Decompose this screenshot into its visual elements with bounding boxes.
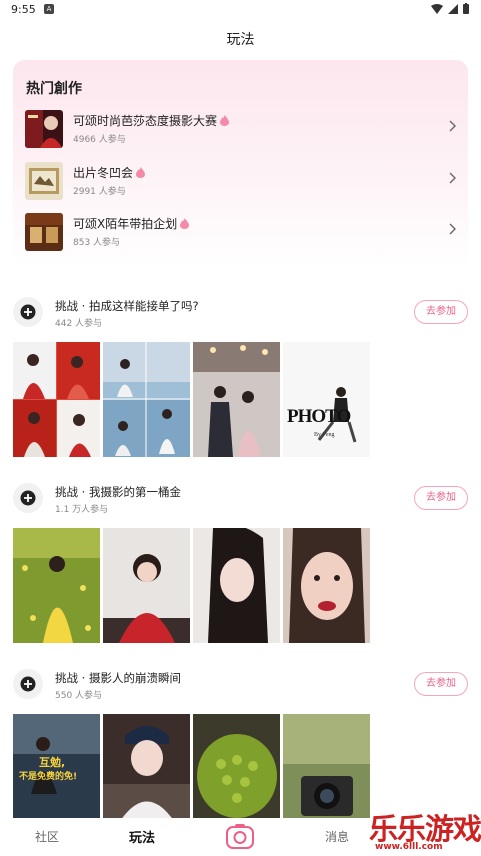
challenge-photo[interactable]: [283, 714, 370, 829]
photo-overlay-text: 互勉,: [39, 756, 66, 769]
join-button[interactable]: 去参加: [414, 672, 468, 696]
nav-tab-community[interactable]: 社区: [35, 828, 59, 845]
flame-icon: [136, 167, 146, 178]
page-title: 玩法: [226, 32, 255, 48]
hot-item-name: 出片冬凹会: [73, 164, 146, 181]
challenge-photo[interactable]: [193, 714, 280, 829]
challenge-photo[interactable]: [103, 342, 190, 457]
challenge-photo[interactable]: [193, 342, 280, 457]
challenge-count: 550 人参与: [55, 691, 103, 701]
challenge-photo[interactable]: [13, 528, 100, 643]
join-button[interactable]: 去参加: [414, 300, 468, 324]
photo-title-text: PHOTO: [287, 406, 351, 427]
hot-item-count: 4966 人参与: [73, 135, 126, 145]
challenge-photo[interactable]: [103, 528, 190, 643]
challenge-name: 挑战 · 拍成这样能接单了吗?: [55, 299, 199, 313]
photo-overlay-text: 不是免费的免!: [19, 772, 78, 782]
hot-item-count: 853 人参与: [73, 238, 121, 248]
hot-item-name: 可颂X陌年带拍企划: [73, 215, 190, 232]
hot-item-thumbnail: [25, 162, 63, 200]
challenge-photo[interactable]: [103, 714, 190, 829]
challenge-name: 挑战 · 我摄影的第一桶金: [55, 485, 181, 499]
chevron-right-icon: [449, 172, 456, 184]
challenge-count: 1.1 万人参与: [55, 505, 109, 515]
chevron-right-icon: [449, 223, 456, 235]
hot-item[interactable]: 可颂时尚芭莎态度摄影大赛 4966 人参与: [25, 108, 457, 150]
hot-item-name: 可颂时尚芭莎态度摄影大赛: [73, 112, 230, 129]
flame-icon: [220, 115, 230, 126]
notification-icon: A: [44, 4, 54, 14]
nav-tab-play[interactable]: 玩法: [129, 827, 155, 846]
challenge-count: 442 人参与: [55, 319, 103, 329]
challenge-photo[interactable]: PHOTO By Peng: [283, 342, 370, 457]
challenge-photo[interactable]: [193, 528, 280, 643]
status-icons: [431, 3, 469, 14]
camera-icon[interactable]: [226, 823, 254, 849]
watermark-url: www.6lll.com: [375, 842, 443, 852]
hot-item-thumbnail: [25, 110, 63, 148]
flame-icon: [180, 218, 190, 229]
challenge-photo[interactable]: 互勉, 不是免费的免!: [13, 714, 100, 829]
nav-tab-messages[interactable]: 消息: [325, 828, 349, 845]
photo-credit-text: By Peng: [314, 432, 335, 438]
challenge-name: 挑战 · 摄影人的崩溃瞬间: [55, 671, 181, 685]
signal-icon: [448, 3, 458, 14]
challenge-section: 挑战 · 拍成这样能接单了吗? 442 人参与 去参加 PHOTO By Pen…: [0, 297, 481, 472]
hot-creations-card: 热门創作 可颂时尚芭莎态度摄影大赛 4966 人参与 出片冬凹会 2991 人参…: [13, 60, 468, 270]
challenge-icon: [13, 483, 43, 513]
watermark-logo: 乐乐游戏 www.6lll.com: [367, 806, 481, 856]
hot-item[interactable]: 可颂X陌年带拍企划 853 人参与: [25, 211, 457, 253]
battery-icon: [463, 3, 469, 14]
challenge-icon: [13, 297, 43, 327]
hot-item-count: 2991 人参与: [73, 187, 126, 197]
status-bar: 9:55 A: [0, 0, 481, 20]
wifi-icon: [431, 3, 443, 14]
status-time: 9:55: [11, 3, 36, 16]
chevron-right-icon: [449, 120, 456, 132]
challenge-section: 挑战 · 我摄影的第一桶金 1.1 万人参与 去参加: [0, 483, 481, 658]
challenge-photo[interactable]: [283, 528, 370, 643]
hot-item-thumbnail: [25, 213, 63, 251]
join-button[interactable]: 去参加: [414, 486, 468, 510]
challenge-photo[interactable]: [13, 342, 100, 457]
challenge-icon: [13, 669, 43, 699]
hot-item[interactable]: 出片冬凹会 2991 人参与: [25, 160, 457, 202]
hot-creations-title: 热门創作: [26, 81, 82, 97]
